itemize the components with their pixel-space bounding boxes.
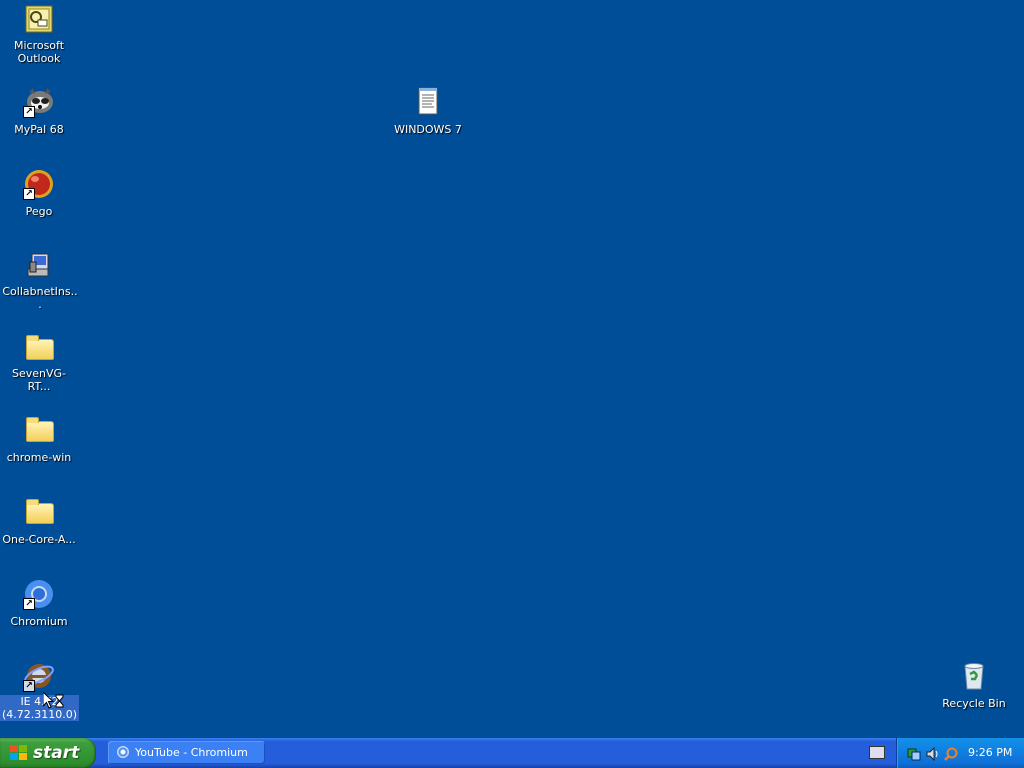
chromium-icon: ↗ — [23, 578, 55, 610]
taskbar-button-label: YouTube - Chromium — [135, 746, 248, 759]
desktop-icon-label: chrome-win — [6, 451, 72, 464]
shortcut-arrow-icon: ↗ — [23, 188, 35, 200]
internet-explorer-icon: ↗ — [23, 660, 55, 692]
desktop-icon-label: IE 4.72 (4.72.3110.0) — [0, 695, 80, 721]
clock[interactable]: 9:26 PM — [968, 746, 1012, 759]
system-tray: 9:26 PM — [896, 738, 1024, 768]
desktop-icon-internet-explorer[interactable]: ↗ IE 4.72 (4.72.3110.0) — [0, 660, 80, 722]
network-icon[interactable] — [907, 746, 921, 761]
pego-icon: ↗ — [23, 168, 55, 200]
shortcut-arrow-icon: ↗ — [23, 680, 35, 692]
desktop-icon-pego[interactable]: ↗ Pego — [0, 168, 78, 219]
recycle-bin-icon — [958, 660, 990, 692]
keyboard-language-icon[interactable] — [869, 746, 885, 759]
start-button[interactable]: start — [0, 738, 96, 768]
desktop-icon-label: WINDOWS 7 — [394, 123, 462, 136]
windows-flag-icon — [10, 745, 27, 761]
installer-icon — [23, 250, 55, 282]
desktop-icon-label: CollabnetIns... — [2, 285, 78, 311]
outlook-icon — [23, 4, 55, 36]
taskbar: start YouTube - Chromium 9:26 PM — [0, 738, 1024, 768]
desktop-icon-one-core-folder[interactable]: One-Core-A... — [0, 496, 78, 547]
folder-icon — [23, 496, 55, 528]
desktop-icon-label: Chromium — [10, 615, 68, 628]
folder-icon — [23, 414, 55, 446]
shortcut-arrow-icon: ↗ — [23, 106, 35, 118]
desktop-icon-label: Recycle Bin — [942, 697, 1006, 710]
mypal-icon: ↗ — [23, 86, 55, 118]
desktop-icon-chrome-win-folder[interactable]: chrome-win — [0, 414, 78, 465]
chromium-icon — [117, 746, 129, 758]
speaker-icon[interactable] — [925, 746, 939, 762]
desktop-icon-label: Microsoft Outlook — [13, 39, 65, 65]
desktop-icon-chromium[interactable]: ↗ Chromium — [0, 578, 78, 629]
mouse-cursor-icon — [42, 690, 65, 712]
desktop-icon-recycle-bin[interactable]: Recycle Bin — [935, 660, 1013, 711]
desktop[interactable]: Microsoft Outlook ↗ MyPal 68 ↗ Pego Coll… — [0, 0, 1024, 738]
shortcut-arrow-icon: ↗ — [23, 598, 35, 610]
desktop-icon-collabnet-installer[interactable]: CollabnetIns... — [0, 250, 78, 312]
search-icon[interactable] — [944, 746, 958, 761]
folder-icon — [23, 332, 55, 364]
desktop-icon-mypal[interactable]: ↗ MyPal 68 — [0, 86, 78, 137]
desktop-icon-label: One-Core-A... — [2, 533, 76, 546]
text-document-icon — [412, 86, 444, 118]
desktop-icon-label: MyPal 68 — [14, 123, 64, 136]
start-label: start — [33, 743, 80, 763]
desktop-icon-windows7-document[interactable]: WINDOWS 7 — [389, 86, 467, 137]
desktop-icon-label: Pego — [25, 205, 53, 218]
taskbar-button-chromium-youtube[interactable]: YouTube - Chromium — [108, 741, 265, 764]
desktop-icon-outlook[interactable]: Microsoft Outlook — [0, 4, 78, 66]
desktop-icon-label: SevenVG-RT... — [11, 367, 67, 393]
desktop-icon-sevenvg-folder[interactable]: SevenVG-RT... — [0, 332, 78, 394]
